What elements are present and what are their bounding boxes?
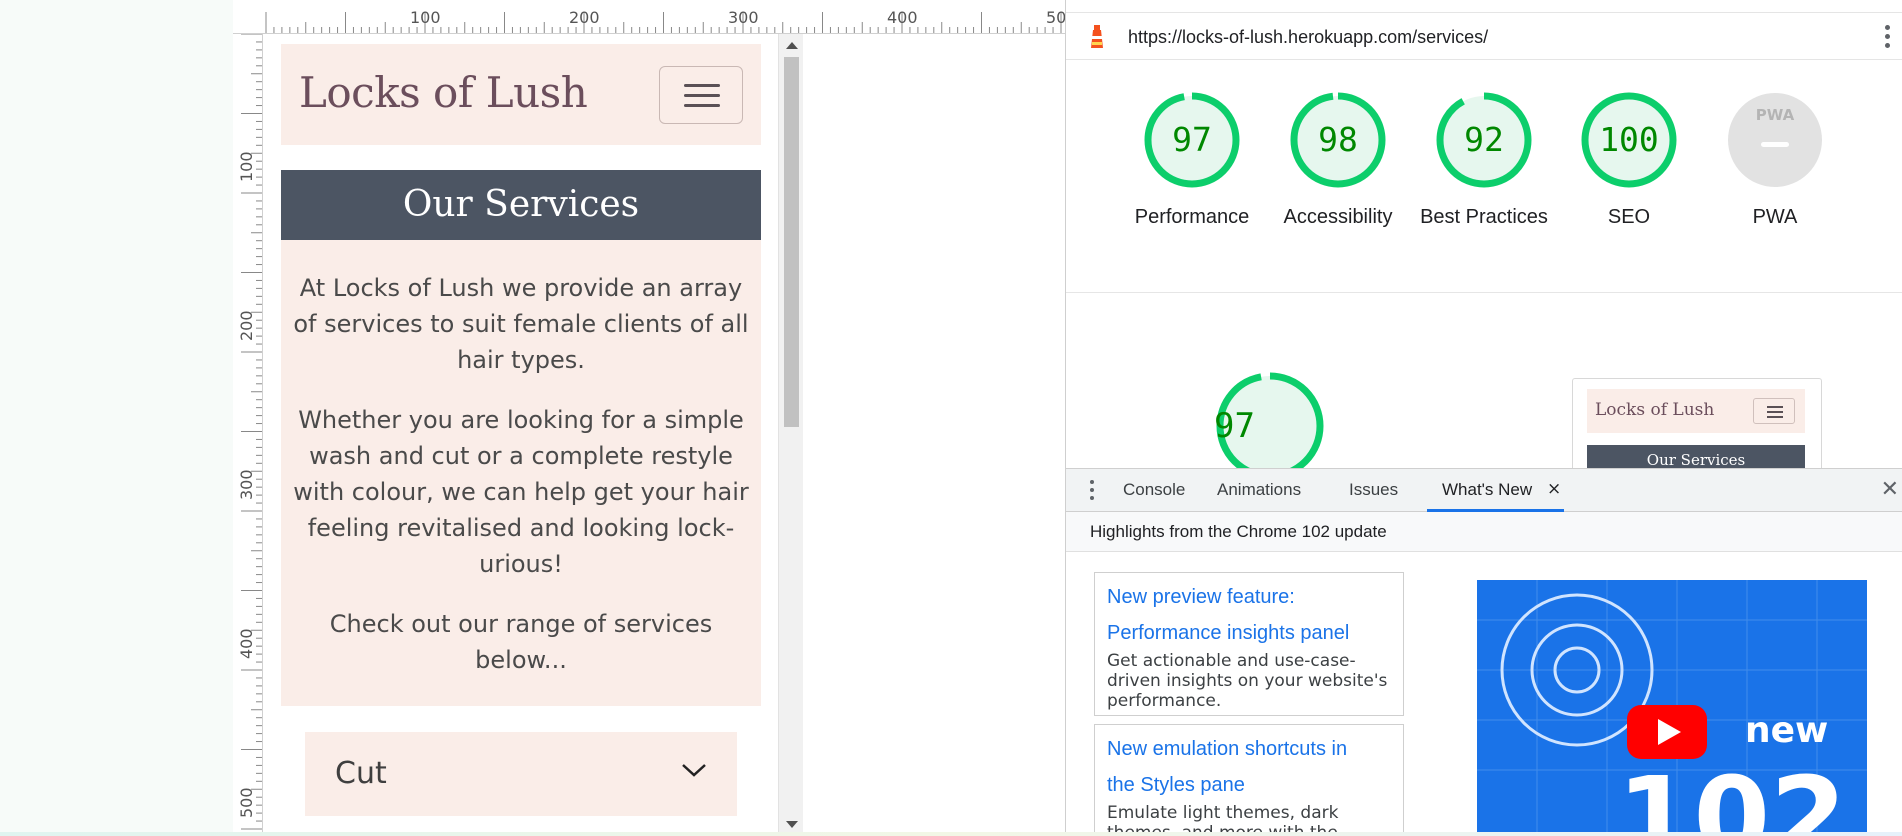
chevron-down-icon [682,764,706,777]
close-drawer-icon[interactable]: ✕ [1881,477,1899,502]
promo-new-label: new [1745,710,1829,751]
performance-detail-gauge: 97 [1214,370,1326,482]
score-gauge-accessibility[interactable]: 98 Accessibility [1284,90,1392,232]
horizontal-ruler: 100 200 300 400 500 [233,0,1065,34]
ruler-label: 300 [728,8,759,27]
ruler-label: 100 [410,8,441,27]
thumbnail-brand: Locks of Lush [1595,400,1715,420]
gauge-score: 97 [1214,406,1255,446]
ruler-label: 500 [237,787,256,818]
gauge-score: 92 [1464,120,1504,159]
youtube-play-icon[interactable] [1627,705,1707,759]
ruler-label: 300 [237,469,256,500]
page-screenshot-thumbnail: Locks of Lush Our Services [1572,378,1822,468]
intro-section: At Locks of Lush we provide an array of … [281,240,761,706]
desktop-background [0,0,233,836]
drawer-tabbar: Console Animations Issues What's New × ✕ [1066,468,1902,512]
ruler-label: 400 [887,8,918,27]
scroll-up-arrow-icon[interactable] [786,42,798,49]
gauge-score: 97 [1172,120,1212,159]
page-heading: Our Services [281,170,761,240]
intro-paragraph: Check out our range of services below... [329,610,713,674]
ruler-label: 400 [237,628,256,659]
feature-card[interactable]: New preview feature: Performance insight… [1094,572,1404,716]
tab-issues[interactable]: Issues [1349,480,1398,500]
intro-paragraph: At Locks of Lush we provide an array of … [293,274,749,374]
vertical-ruler: 100 200 300 400 500 [233,34,263,836]
pwa-badge: PWA [1725,90,1825,190]
section-divider [1066,292,1902,293]
ruler-label: 500 [1046,8,1065,27]
intro-paragraph: Whether you are looking for a simple was… [293,406,749,578]
accordion-label: Cut [335,756,387,791]
scroll-down-arrow-icon[interactable] [786,821,798,828]
release-video-thumbnail[interactable]: new 102 [1477,580,1867,836]
ruler-label: 200 [569,8,600,27]
report-url-bar: https://locks-of-lush.herokuapp.com/serv… [1066,12,1902,60]
score-gauge-performance[interactable]: 97 Performance [1135,90,1249,232]
gauge-label: Performance [1134,206,1250,228]
more-options-icon[interactable] [1885,25,1891,51]
feature-card-title[interactable]: New emulation shortcuts in [1107,731,1391,767]
score-gauge-best-practices[interactable]: 92 Best Practices [1420,90,1548,232]
gauge-label: Best Practices [1420,206,1548,228]
tab-animations[interactable]: Animations [1217,480,1301,500]
gauge-label: PWA [1752,206,1798,228]
score-gauge-seo[interactable]: 100 SEO [1579,90,1679,232]
feature-card-body: Get actionable and use-case-driven insig… [1107,651,1388,711]
whats-new-header: Highlights from the Chrome 102 update [1066,512,1902,552]
site-navbar: Locks of Lush [281,44,761,145]
gauge-score: 98 [1318,120,1358,159]
score-gauge-pwa[interactable]: PWA PWA [1725,90,1825,232]
report-url[interactable]: https://locks-of-lush.herokuapp.com/serv… [1128,27,1488,48]
window-bottom-edge [0,832,1902,836]
tab-console[interactable]: Console [1123,480,1185,500]
feature-card[interactable]: New emulation shortcuts in the Styles pa… [1094,724,1404,836]
pwa-badge-text: PWA [1755,106,1795,124]
hamburger-icon [1753,398,1795,424]
gauge-ring: 100 [1579,90,1679,190]
mobile-viewport: Locks of Lush Our Services At Locks of L… [263,34,778,836]
hamburger-icon[interactable] [659,66,743,124]
viewport-scrollbar[interactable] [778,34,803,836]
gauge-score: 100 [1599,120,1659,159]
gauge-ring: 92 [1434,90,1534,190]
gauge-ring: 97 [1142,90,1242,190]
drawer-menu-icon[interactable] [1090,480,1095,504]
thumbnail-heading: Our Services [1587,445,1805,468]
scrollbar-thumb[interactable] [784,57,799,427]
tab-whats-new[interactable]: What's New [1442,480,1532,500]
gauge-ring: 98 [1288,90,1388,190]
feature-card-title[interactable]: Performance insights panel [1107,615,1391,651]
gauge-label: Accessibility [1283,206,1393,228]
gauge-label: SEO [1607,206,1651,228]
whats-new-title: Highlights from the Chrome 102 update [1090,522,1387,541]
site-brand[interactable]: Locks of Lush [299,68,588,117]
promo-version-label: 102 [1617,753,1847,836]
close-tab-icon[interactable]: × [1547,479,1561,499]
thumbnail-navbar: Locks of Lush [1587,389,1805,433]
feature-card-title[interactable]: New preview feature: [1107,579,1391,615]
ruler-label: 100 [237,151,256,182]
emulation-gutter [803,34,1065,836]
feature-card-title[interactable]: the Styles pane [1107,767,1391,803]
lighthouse-icon [1091,25,1103,48]
accordion-cut[interactable]: Cut [305,732,737,816]
ruler-label: 200 [237,310,256,341]
devtools-panel: https://locks-of-lush.herokuapp.com/serv… [1065,0,1902,836]
